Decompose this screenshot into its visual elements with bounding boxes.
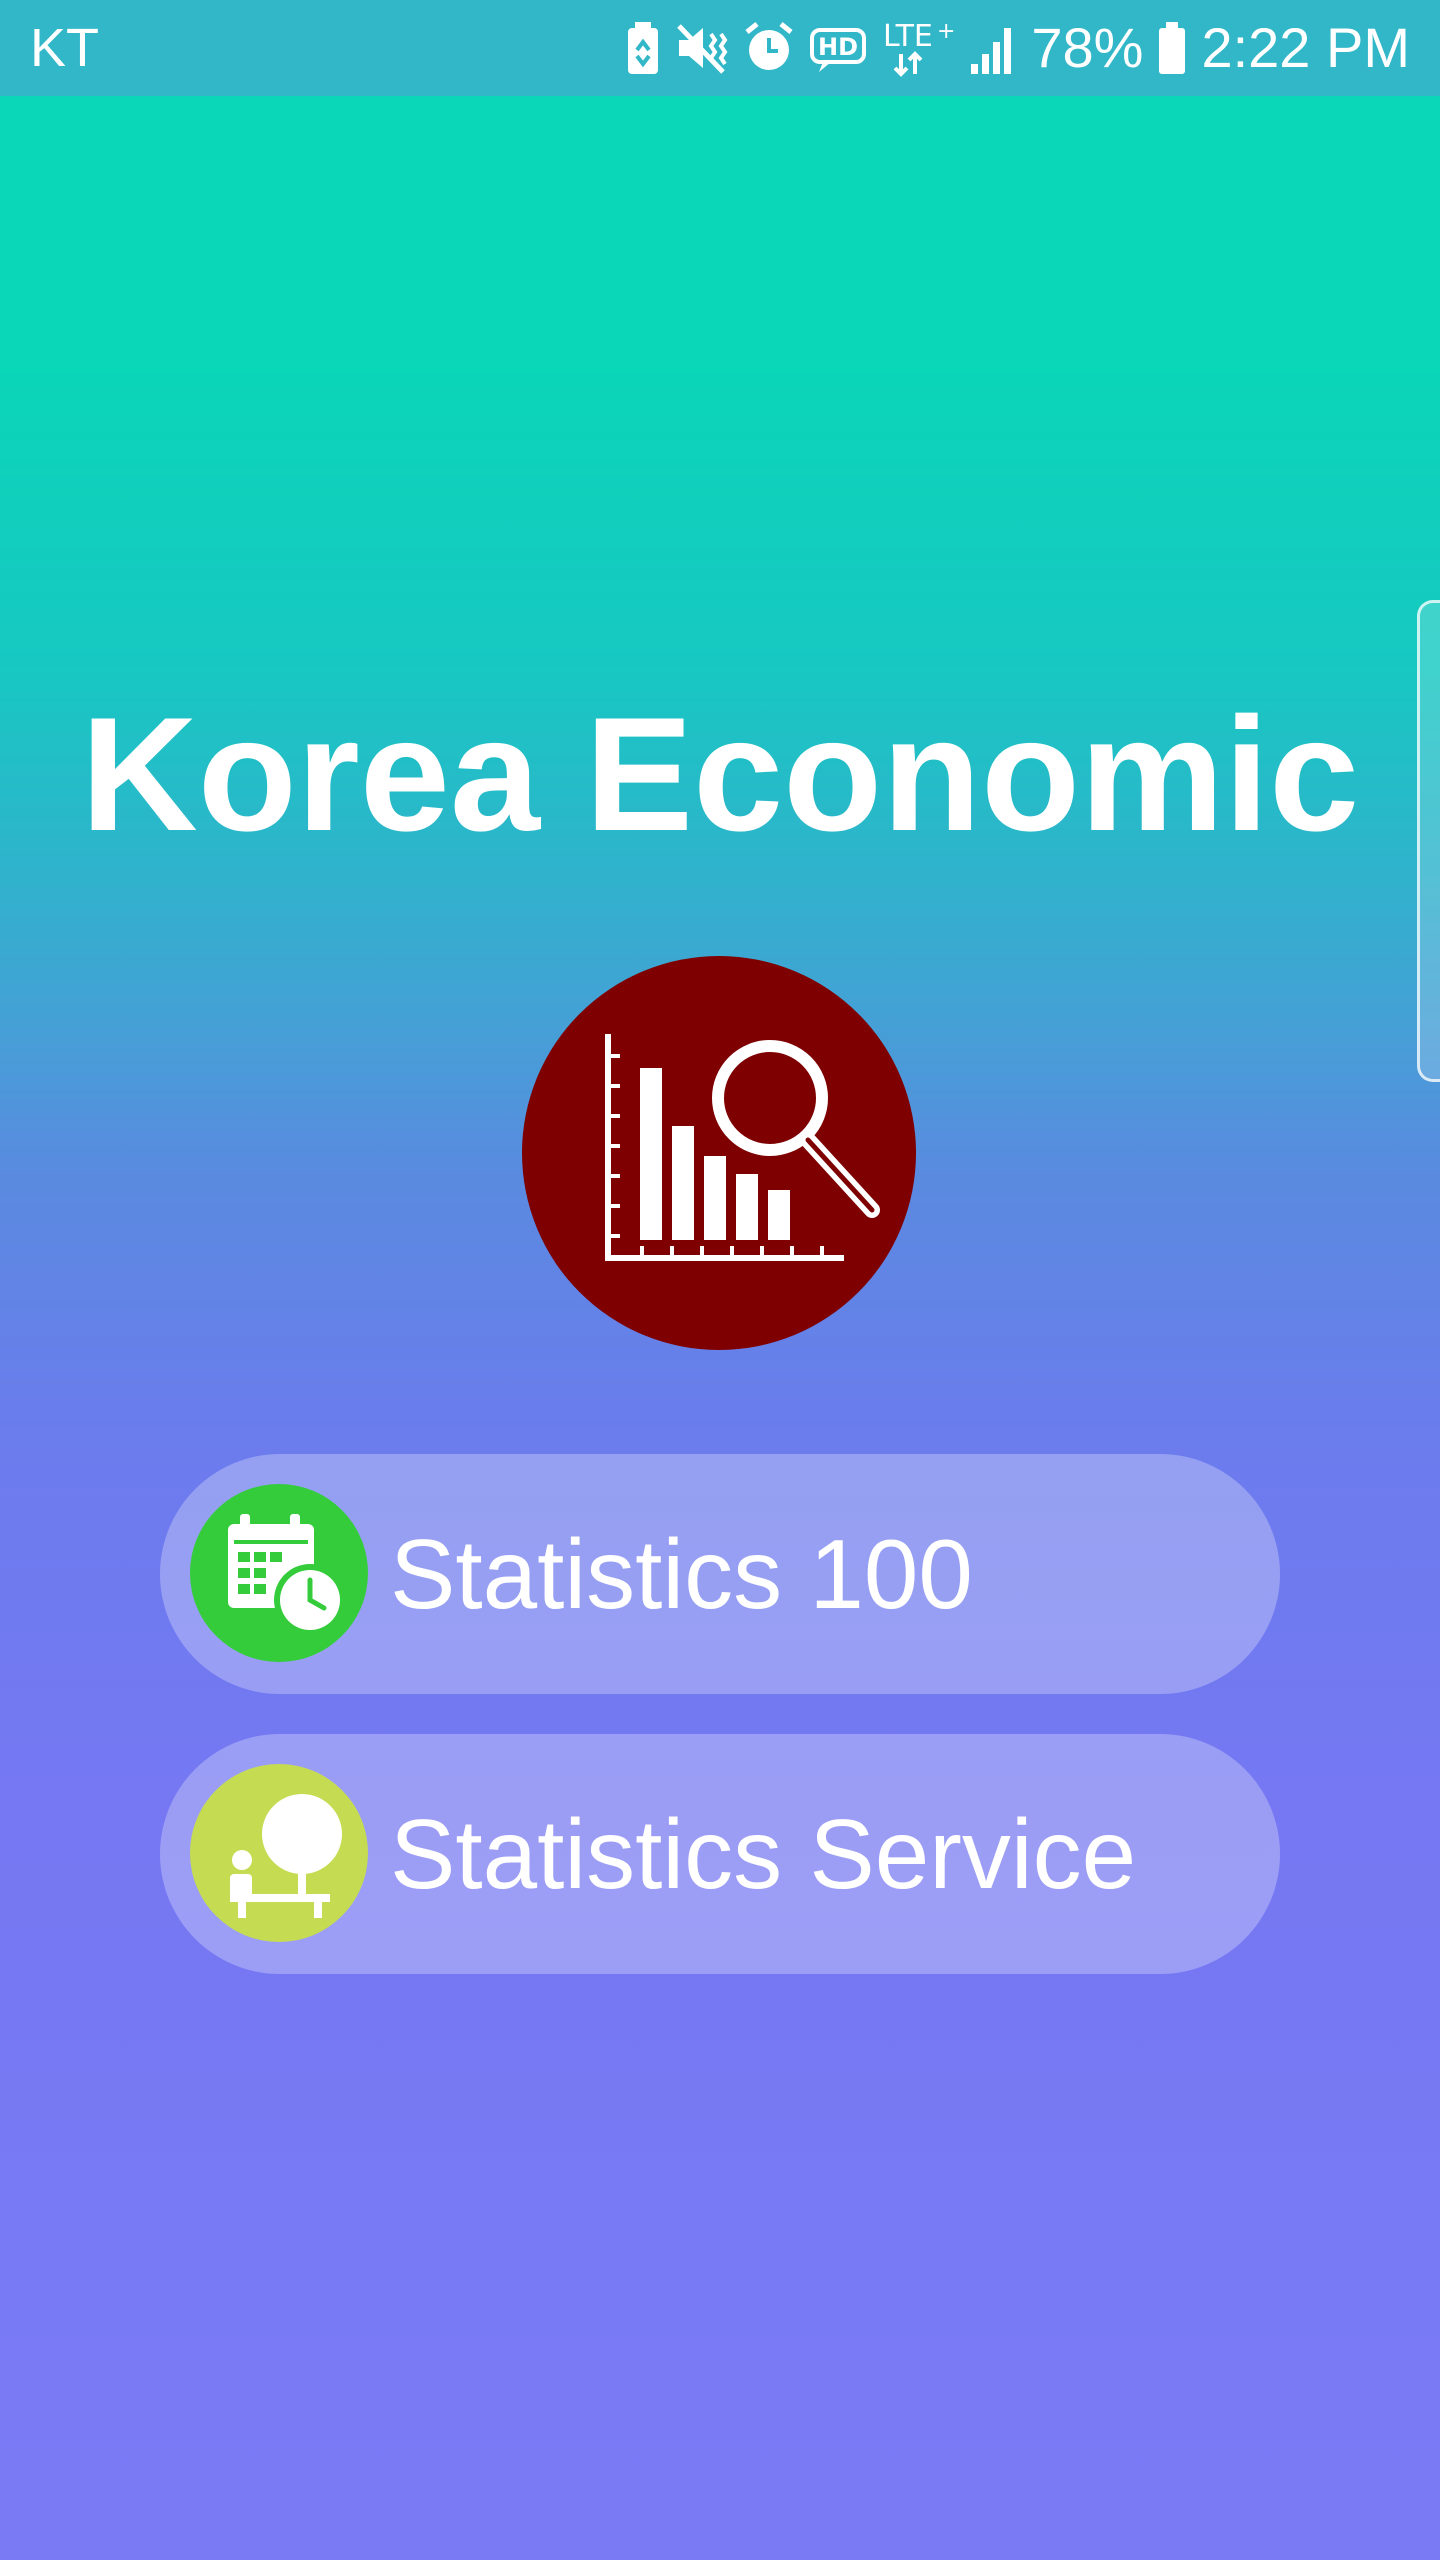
alarm-icon xyxy=(745,22,793,70)
vibrate-mute-icon xyxy=(677,24,728,74)
statistics-100-button[interactable]: Statistics 100 xyxy=(160,1454,1280,1694)
hd-voice-icon: HD xyxy=(810,28,867,72)
chart-magnifier-icon xyxy=(522,956,916,1350)
clock: 2:22 PM xyxy=(1201,16,1410,79)
statistics-service-label: Statistics Service xyxy=(390,1799,1137,1909)
svg-text:LTE: LTE xyxy=(883,19,933,54)
person-tree-icon xyxy=(190,1764,368,1942)
lte-plus-icon: LTE + xyxy=(883,19,955,77)
app-title: Korea Economic xyxy=(80,684,1360,865)
battery-percent: 78% xyxy=(1031,16,1144,79)
status-icons: HD LTE + 78% 2:22 PM xyxy=(625,14,1410,82)
statistics-100-label: Statistics 100 xyxy=(390,1519,973,1629)
carrier-label: KT xyxy=(30,18,100,78)
signal-icon xyxy=(971,28,1012,74)
svg-text:+: + xyxy=(937,19,955,44)
statistics-service-button[interactable]: Statistics Service xyxy=(160,1734,1280,1974)
svg-text:HD: HD xyxy=(818,33,858,61)
battery-icon xyxy=(1159,22,1186,74)
status-bar: KT HD LTE + 78% 2:22 PM xyxy=(0,0,1440,96)
calendar-clock-icon xyxy=(190,1484,368,1662)
battery-saver-icon xyxy=(628,22,659,74)
